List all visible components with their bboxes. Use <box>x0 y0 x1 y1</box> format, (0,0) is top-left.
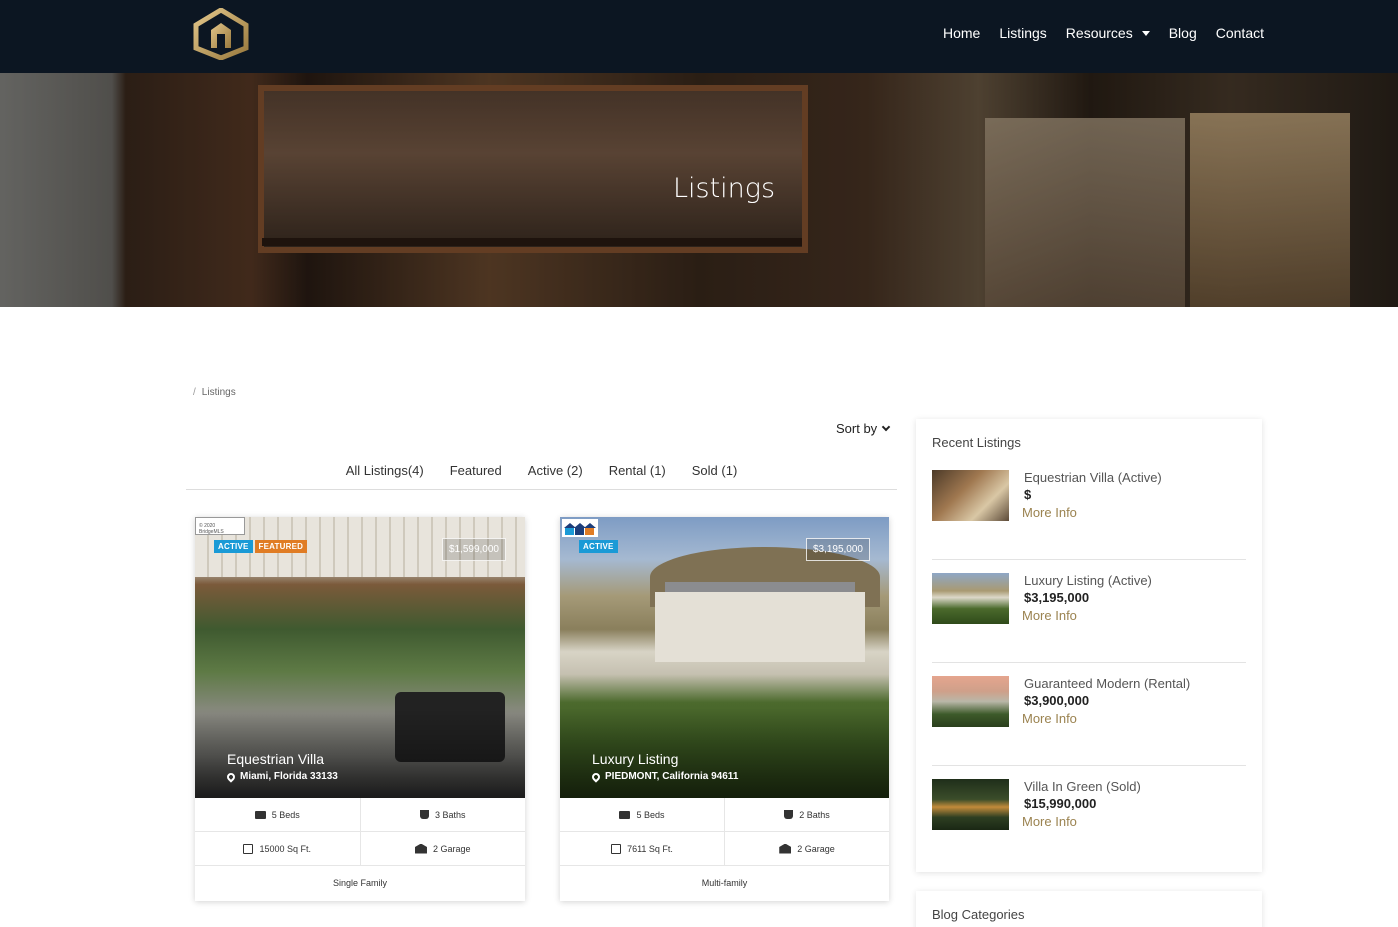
nav-blog[interactable]: Blog <box>1169 25 1197 41</box>
recent-listing-name[interactable]: Luxury Listing (Active) <box>1024 573 1152 588</box>
more-info-link[interactable]: More Info <box>1022 608 1077 623</box>
tab-all-listings[interactable]: All Listings(4) <box>346 463 424 489</box>
nav-home[interactable]: Home <box>943 25 980 41</box>
listing-title[interactable]: Equestrian Villa <box>227 751 324 767</box>
property-type: Multi-family <box>701 878 748 888</box>
price-tag: $1,599,000 <box>441 538 506 561</box>
baths-spec: 3 Baths <box>359 798 526 831</box>
blog-categories-widget: Blog Categories <box>916 891 1262 927</box>
area-spec: 15000 Sq Ft. <box>195 832 360 865</box>
garage-icon <box>414 843 427 854</box>
recent-listings-widget: Recent Listings Equestrian Villa (Active… <box>916 419 1262 872</box>
status-badge: ACTIVE <box>579 540 618 553</box>
nav-contact[interactable]: Contact <box>1216 25 1264 41</box>
listing-card[interactable]: ACTIVE $3,195,000 Luxury Listing PIEDMON… <box>560 517 889 901</box>
listing-specs: 5 Beds 3 Baths 15000 Sq Ft. 2 Garage Sin… <box>195 798 525 900</box>
tab-sold[interactable]: Sold (1) <box>692 463 738 489</box>
recent-listing-item[interactable]: Luxury Listing (Active) $3,195,000 More … <box>932 573 1246 676</box>
bed-icon <box>254 810 266 819</box>
bed-icon <box>619 810 631 819</box>
page-title: Listings <box>672 173 776 204</box>
area-icon <box>243 843 254 854</box>
area-spec: 7611 Sq Ft. <box>560 832 724 865</box>
recent-listing-price: $ <box>1024 487 1032 502</box>
tab-featured[interactable]: Featured <box>450 463 502 489</box>
garage-spec: 2 Garage <box>724 832 889 865</box>
mls-logo: © 2020 BridgeMLS <box>195 517 245 535</box>
recent-listing-name[interactable]: Equestrian Villa (Active) <box>1024 470 1162 485</box>
recent-listing-item[interactable]: Villa In Green (Sold) $15,990,000 More I… <box>932 779 1246 882</box>
breadcrumb: / Listings <box>193 387 236 398</box>
listing-thumbnail[interactable] <box>932 470 1009 521</box>
nav-listings[interactable]: Listings <box>999 25 1046 41</box>
listing-address: Miami, Florida 33133 <box>225 770 338 783</box>
breadcrumb-current[interactable]: Listings <box>202 387 236 398</box>
nav-resources[interactable]: Resources <box>1066 25 1150 41</box>
tab-rental[interactable]: Rental (1) <box>609 463 666 489</box>
sort-dropdown[interactable]: Sort by <box>836 421 891 436</box>
listing-thumbnail[interactable] <box>932 676 1009 727</box>
recent-listing-price: $15,990,000 <box>1024 796 1097 811</box>
hero-banner: Listings <box>0 73 1398 307</box>
featured-badge: FEATURED <box>254 540 308 553</box>
listing-photo[interactable]: © 2020 BridgeMLS ACTIVE FEATURED $1,599,… <box>195 517 525 798</box>
recent-listing-name[interactable]: Villa In Green (Sold) <box>1024 779 1141 794</box>
beds-spec: 5 Beds <box>195 798 360 831</box>
listing-specs: 5 Beds 2 Baths 7611 Sq Ft. 2 Garage Mult… <box>560 798 889 900</box>
sort-label: Sort by <box>836 421 878 436</box>
caret-down-icon <box>1141 30 1150 36</box>
status-badge: ACTIVE <box>214 540 253 553</box>
mls-logo-icon <box>562 519 598 537</box>
main-nav: Home Listings Resources Blog Contact <box>943 25 1264 41</box>
recent-listing-price: $3,900,000 <box>1024 693 1090 708</box>
listing-photo[interactable]: ACTIVE $3,195,000 Luxury Listing PIEDMON… <box>560 517 889 798</box>
filter-tabs: All Listings(4) Featured Active (2) Rent… <box>186 463 897 490</box>
map-pin-icon <box>225 770 237 783</box>
breadcrumb-separator: / <box>193 387 196 398</box>
recent-listing-price: $3,195,000 <box>1024 590 1090 605</box>
chevron-down-icon <box>881 422 891 432</box>
map-pin-icon <box>590 770 602 783</box>
bath-icon <box>784 810 794 819</box>
more-info-link[interactable]: More Info <box>1022 505 1077 520</box>
widget-title: Recent Listings <box>932 435 1021 450</box>
status-badges: ACTIVE <box>579 540 618 553</box>
tab-active[interactable]: Active (2) <box>528 463 583 489</box>
status-badges: ACTIVE FEATURED <box>214 540 308 553</box>
recent-listing-item[interactable]: Equestrian Villa (Active) $ More Info <box>932 470 1246 573</box>
listing-title[interactable]: Luxury Listing <box>592 751 678 767</box>
widget-title: Blog Categories <box>932 907 1025 922</box>
listing-thumbnail[interactable] <box>932 779 1009 830</box>
top-navbar: Home Listings Resources Blog Contact <box>0 0 1398 73</box>
garage-spec: 2 Garage <box>359 832 526 865</box>
baths-spec: 2 Baths <box>724 798 889 831</box>
price-tag: $3,195,000 <box>805 538 870 561</box>
listing-card[interactable]: © 2020 BridgeMLS ACTIVE FEATURED $1,599,… <box>195 517 525 901</box>
beds-spec: 5 Beds <box>560 798 724 831</box>
listing-thumbnail[interactable] <box>932 573 1009 624</box>
bath-icon <box>419 810 429 819</box>
listing-address: PIEDMONT, California 94611 <box>590 770 738 783</box>
recent-listing-name[interactable]: Guaranteed Modern (Rental) <box>1024 676 1190 691</box>
property-type: Single Family <box>332 878 388 888</box>
recent-listing-item[interactable]: Guaranteed Modern (Rental) $3,900,000 Mo… <box>932 676 1246 779</box>
logo-icon[interactable] <box>192 8 250 60</box>
more-info-link[interactable]: More Info <box>1022 814 1077 829</box>
more-info-link[interactable]: More Info <box>1022 711 1077 726</box>
area-icon <box>611 843 622 854</box>
garage-icon <box>779 843 792 854</box>
